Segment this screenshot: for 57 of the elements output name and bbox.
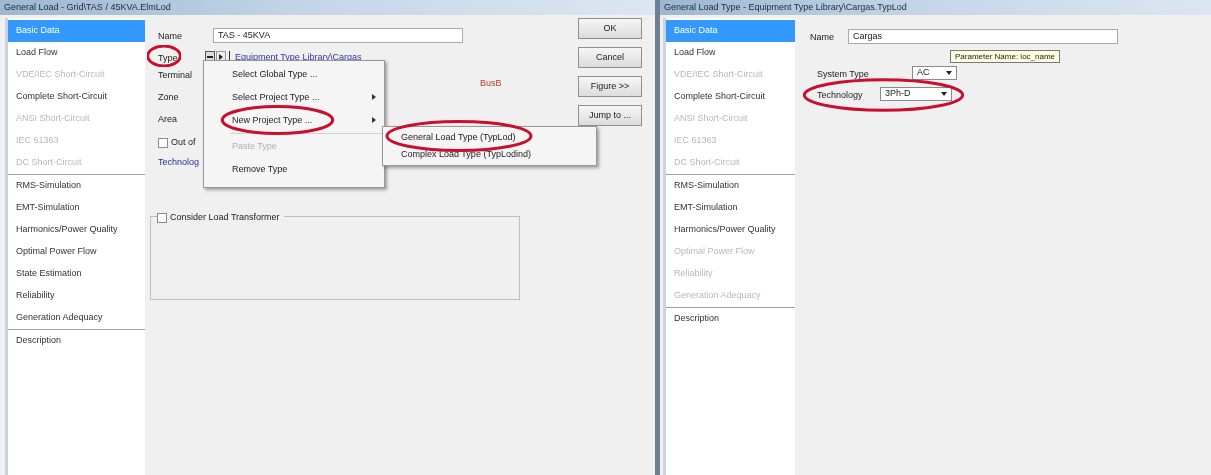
field-label: Name [810,31,834,44]
dialog-button[interactable]: OK [578,18,642,39]
sidebar-item[interactable]: Load Flow [8,42,145,64]
sidebar-item[interactable]: Optimal Power Flow [8,241,145,263]
dialog-button[interactable]: Cancel [578,47,642,68]
sidebar-item[interactable]: Load Flow [666,42,795,64]
sidebar-item[interactable]: Description [666,307,795,329]
menu-item[interactable]: General Load Type (TypLod) [383,129,596,146]
menu-item[interactable]: Select Global Type ... [204,63,384,86]
name-field[interactable]: TAS - 45KVA [213,28,463,43]
menu-item[interactable]: Select Project Type ... [204,86,384,109]
sidebar-item[interactable]: EMT-Simulation [666,197,795,219]
sidebar-item[interactable]: RMS-Simulation [666,175,795,197]
technology-dropdown[interactable]: 3Ph-D [880,87,952,101]
sidebar-item[interactable]: Description [8,329,145,351]
field-label: Terminal [158,69,192,82]
menu-item-label: Select Project Type ... [232,90,320,104]
menu-item[interactable]: New Project Type ... [204,109,384,132]
dropdown-value: 3Ph-D [885,87,911,101]
field-label: Name [158,30,182,43]
menu-item-label: Select Global Type ... [232,67,318,81]
checkbox-label: Consider Load Transformer [170,211,280,224]
system-type-dropdown[interactable]: AC [912,66,957,80]
sidebar-item[interactable]: State Estimation [8,263,145,285]
checkbox-label: Out of [171,136,196,149]
sidebar-item[interactable]: Harmonics/Power Quality [8,219,145,241]
dropdown-arrow-icon [941,92,947,96]
sidebar-item[interactable]: Harmonics/Power Quality [666,219,795,241]
dialog-button[interactable]: Figure >> [578,76,642,97]
field-label: Zone [158,91,179,104]
field-label: Technology [817,89,863,102]
sidebar-item[interactable]: Generation Adequacy [8,307,145,329]
window-title: General Load Type - Equipment Type Library\Cargas.TypLod [664,0,907,14]
dropdown-value: AC [917,66,930,80]
sidebar-item[interactable]: Complete Short-Circuit [8,86,145,108]
window-title: General Load - Grid\TAS / 45KVA.ElmLod [4,0,171,14]
checkbox[interactable] [158,137,168,148]
sidebar-item[interactable]: EMT-Simulation [8,197,145,219]
sidebar-item[interactable]: Reliability [8,285,145,307]
tooltip: Parameter Name: loc_name [950,50,1061,63]
field-label: Technolog [158,156,200,169]
dialog-button[interactable]: Jump to ... [578,105,642,126]
field-label: System Type [817,68,869,81]
menu-item-label: Remove Type [232,162,288,176]
sidebar-item[interactable]: RMS-Simulation [8,175,145,197]
checkbox[interactable] [157,212,167,223]
field-label: BusB [480,77,502,90]
field-label: Type [158,52,178,65]
menu-item-label: Paste Type [232,139,277,153]
menu-item-label: New Project Type ... [232,113,313,127]
minus-icon [207,55,213,58]
sidebar-item[interactable]: Complete Short-Circuit [666,86,795,108]
menu-item[interactable]: Remove Type [204,158,384,181]
menu-item-label: General Load Type (TypLod) [401,130,516,144]
name-field[interactable]: Cargas [848,29,1118,44]
dropdown-arrow-icon [946,71,952,75]
field-label: Area [158,113,177,126]
